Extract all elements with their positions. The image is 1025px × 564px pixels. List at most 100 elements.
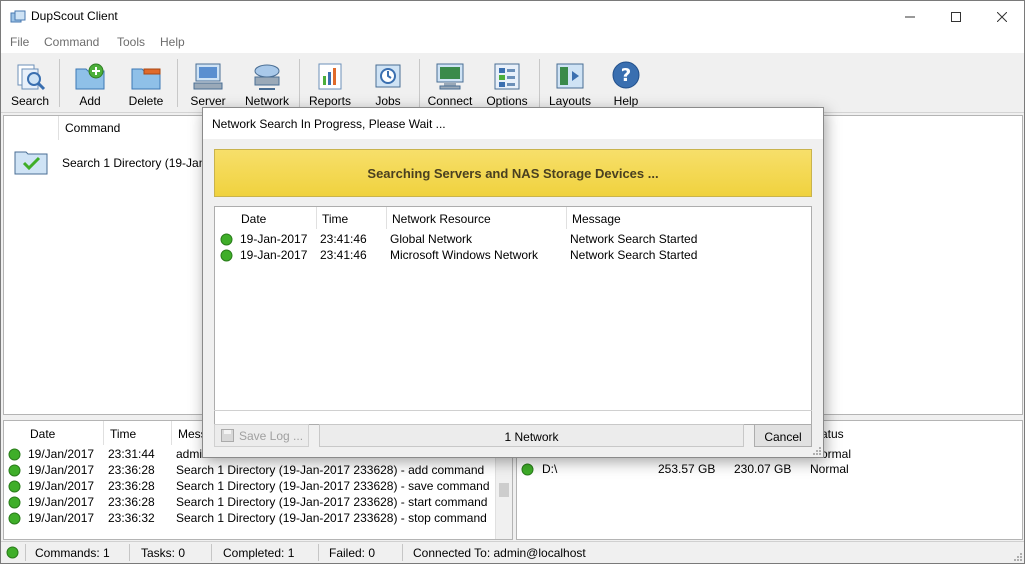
help-button[interactable]: ? Help bbox=[601, 53, 651, 111]
reports-button[interactable]: Reports bbox=[305, 53, 355, 111]
command-column-header[interactable]: Command bbox=[58, 116, 208, 140]
network-search-dialog: Network Search In Progress, Please Wait … bbox=[202, 107, 824, 458]
network-icon bbox=[254, 64, 280, 90]
delete-folder-icon bbox=[131, 68, 161, 90]
add-label: Add bbox=[79, 94, 101, 108]
resize-grip-icon[interactable] bbox=[812, 446, 822, 456]
toolbar-divider bbox=[59, 59, 60, 107]
status-ok-icon bbox=[220, 249, 233, 262]
connect-label: Connect bbox=[427, 94, 473, 108]
status-connection: Connected To: admin@localhost bbox=[413, 546, 586, 560]
network-results-list: Date Time Network Resource Message 19-Ja… bbox=[214, 206, 812, 425]
cancel-button[interactable]: Cancel bbox=[754, 424, 812, 447]
status-commands: Commands: 1 bbox=[35, 546, 110, 560]
network-count-text: 1 Network bbox=[504, 430, 559, 444]
log-time: 23:36:32 bbox=[108, 511, 155, 525]
drive-row[interactable]: D:\ 253.57 GB 230.07 GB Normal bbox=[517, 461, 1022, 477]
command-row-name[interactable]: Search 1 Directory (19-Jan- bbox=[62, 156, 209, 170]
menu-command[interactable]: Command bbox=[44, 35, 99, 49]
layouts-label: Layouts bbox=[548, 94, 592, 108]
toolbar-divider bbox=[419, 59, 420, 107]
result-time: 23:41:46 bbox=[320, 248, 367, 262]
drive-free: 230.07 GB bbox=[734, 462, 792, 476]
dialog-separator bbox=[214, 410, 812, 411]
menu-file[interactable]: File bbox=[10, 35, 29, 49]
network-button[interactable]: Network bbox=[241, 53, 293, 111]
log-time: 23:36:28 bbox=[108, 479, 155, 493]
toolbar: Search Add Delete Server Network Reports… bbox=[1, 53, 1024, 113]
log-row[interactable]: 19/Jan/2017 23:36:28 Search 1 Directory … bbox=[4, 462, 494, 478]
minimize-button[interactable] bbox=[887, 1, 933, 32]
add-folder-icon bbox=[75, 63, 105, 90]
server-button[interactable]: Server bbox=[183, 53, 233, 111]
options-icon bbox=[494, 63, 520, 90]
delete-label: Delete bbox=[128, 94, 164, 108]
drive-total: 253.57 GB bbox=[658, 462, 716, 476]
menu-bar: File Command Tools Help bbox=[1, 32, 1024, 53]
options-button[interactable]: Options bbox=[481, 53, 533, 111]
result-message: Network Search Started bbox=[570, 248, 698, 262]
app-logo-icon bbox=[10, 10, 26, 23]
dialog-message-header[interactable]: Message bbox=[567, 207, 811, 229]
connect-button[interactable]: Connect bbox=[425, 53, 475, 111]
jobs-label: Jobs bbox=[375, 94, 401, 108]
close-button[interactable] bbox=[979, 1, 1025, 32]
cancel-label: Cancel bbox=[764, 430, 802, 444]
log-date: 19/Jan/2017 bbox=[28, 511, 95, 525]
server-icon bbox=[193, 63, 223, 90]
dialog-date-header[interactable]: Date bbox=[236, 207, 317, 229]
maximize-button[interactable] bbox=[933, 1, 979, 32]
network-count-field: 1 Network bbox=[319, 424, 744, 447]
save-log-button[interactable]: Save Log ... bbox=[214, 424, 309, 447]
result-resource: Microsoft Windows Network bbox=[390, 248, 539, 262]
log-date-header[interactable]: Date bbox=[24, 421, 104, 445]
reports-label: Reports bbox=[308, 94, 352, 108]
log-time-header[interactable]: Time bbox=[104, 421, 172, 445]
layouts-button[interactable]: Layouts bbox=[544, 53, 596, 111]
network-label: Network bbox=[244, 94, 289, 108]
close-icon bbox=[997, 11, 1007, 22]
log-message: Search 1 Directory (19-Jan-2017 233628) … bbox=[176, 495, 488, 509]
status-ok-icon bbox=[8, 512, 21, 525]
result-date: 19-Jan-2017 bbox=[240, 232, 308, 246]
drive-status-header[interactable]: atus bbox=[821, 427, 844, 441]
scrollbar-thumb[interactable] bbox=[499, 483, 509, 497]
log-scrollbar[interactable] bbox=[495, 445, 512, 539]
menu-tools[interactable]: Tools bbox=[117, 35, 145, 49]
save-log-label: Save Log ... bbox=[239, 429, 304, 443]
result-time: 23:41:46 bbox=[320, 232, 367, 246]
toolbar-divider bbox=[177, 59, 178, 107]
log-message: Search 1 Directory (19-Jan-2017 233628) … bbox=[176, 479, 490, 493]
log-message: Search 1 Directory (19-Jan-2017 233628) … bbox=[176, 463, 485, 477]
delete-button[interactable]: Delete bbox=[121, 53, 171, 111]
log-row[interactable]: 19/Jan/2017 23:36:28 Search 1 Directory … bbox=[4, 478, 494, 494]
options-label: Options bbox=[486, 94, 528, 108]
status-ok-icon bbox=[8, 448, 21, 461]
status-ok-icon bbox=[8, 464, 21, 477]
status-divider bbox=[211, 544, 212, 561]
search-progress-banner: Searching Servers and NAS Storage Device… bbox=[214, 149, 812, 197]
jobs-button[interactable]: Jobs bbox=[363, 53, 413, 111]
network-result-row[interactable]: 19-Jan-2017 23:41:46 Microsoft Windows N… bbox=[215, 247, 811, 263]
server-label: Server bbox=[190, 94, 226, 108]
log-time: 23:36:28 bbox=[108, 495, 155, 509]
status-ok-icon bbox=[8, 480, 21, 493]
log-row[interactable]: 19/Jan/2017 23:36:32 Search 1 Directory … bbox=[4, 510, 494, 526]
status-ok-icon bbox=[220, 233, 233, 246]
resize-grip-icon[interactable] bbox=[1013, 552, 1023, 562]
menu-help[interactable]: Help bbox=[160, 35, 185, 49]
dialog-time-header[interactable]: Time bbox=[317, 207, 387, 229]
svg-text:?: ? bbox=[621, 65, 631, 86]
maximize-icon bbox=[951, 11, 961, 22]
status-divider bbox=[402, 544, 403, 561]
add-button[interactable]: Add bbox=[65, 53, 115, 111]
search-button[interactable]: Search bbox=[5, 53, 55, 111]
title-bar: DupScout Client bbox=[1, 1, 1024, 32]
log-date: 19/Jan/2017 bbox=[28, 479, 95, 493]
log-row[interactable]: 19/Jan/2017 23:36:28 Search 1 Directory … bbox=[4, 494, 494, 510]
toolbar-divider bbox=[539, 59, 540, 107]
log-message: admi bbox=[176, 447, 203, 461]
network-result-row[interactable]: 19-Jan-2017 23:41:46 Global Network Netw… bbox=[215, 231, 811, 247]
dialog-resource-header[interactable]: Network Resource bbox=[387, 207, 567, 229]
log-date: 19/Jan/2017 bbox=[28, 495, 95, 509]
